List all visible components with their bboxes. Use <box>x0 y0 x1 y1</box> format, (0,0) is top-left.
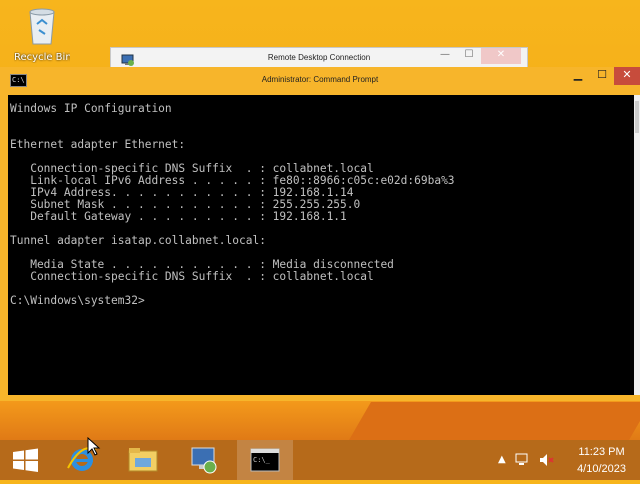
console-scrollbar[interactable] <box>634 95 640 395</box>
folder-icon <box>128 448 158 472</box>
start-button[interactable] <box>0 440 56 480</box>
clock-time: 11:23 PM <box>578 446 625 458</box>
cmd-window-title: Administrator: Command Prompt <box>261 75 379 84</box>
console-output: Windows IP Configuration Ethernet adapte… <box>10 102 455 307</box>
mouse-cursor-icon <box>87 437 101 456</box>
show-hidden-icons-icon[interactable]: ▲ <box>498 454 506 465</box>
command-prompt-window[interactable]: C:\ Administrator: Command Prompt ▁ ☐ ✕ … <box>0 67 640 401</box>
remote-desktop-icon <box>191 447 217 474</box>
internet-explorer-button[interactable] <box>54 440 110 480</box>
maximize-button[interactable]: ☐ <box>590 67 614 85</box>
recycle-bin-label: Recycle Bin <box>14 52 70 63</box>
file-explorer-button[interactable] <box>115 440 171 480</box>
close-button[interactable]: ✕ <box>614 67 640 85</box>
command-prompt-taskbar-button[interactable]: C:\_ <box>237 440 293 480</box>
remote-desktop-taskbar-button[interactable] <box>176 440 232 480</box>
rdp-maximize-button[interactable]: ☐ <box>457 48 481 64</box>
network-icon[interactable] <box>514 452 530 468</box>
cmd-titlebar[interactable]: C:\ Administrator: Command Prompt ▁ ☐ ✕ <box>0 67 640 93</box>
internet-explorer-icon <box>67 447 97 471</box>
desktop-background-streak <box>349 402 640 440</box>
volume-muted-icon[interactable] <box>538 452 554 468</box>
command-prompt-icon: C:\_ <box>250 448 280 472</box>
windows-logo-icon <box>13 448 38 472</box>
clock-date: 4/10/2023 <box>577 463 626 475</box>
minimize-button[interactable]: ▁ <box>566 67 590 85</box>
rdp-close-button[interactable]: ✕ <box>481 48 521 64</box>
clock[interactable]: 11:23 PM 4/10/2023 <box>577 444 626 478</box>
recycle-bin-icon <box>27 6 57 46</box>
recycle-bin-shortcut[interactable]: Recycle Bin <box>14 6 70 68</box>
scrollbar-thumb[interactable] <box>635 101 639 133</box>
rdp-minimize-button[interactable]: — <box>433 48 457 64</box>
system-tray: ▲ 11:23 PM 4/10/2023 <box>440 440 640 480</box>
console-area[interactable]: Windows IP Configuration Ethernet adapte… <box>8 95 634 395</box>
svg-text:C:\_: C:\_ <box>253 456 271 464</box>
